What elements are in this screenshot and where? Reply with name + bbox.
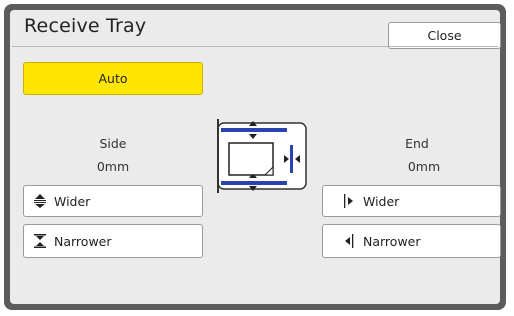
arrow-right-from-line-icon [341,193,357,209]
end-wider-label: Wider [363,193,400,209]
side-heading: Side [99,136,127,151]
side-wider-label: Wider [54,193,91,209]
arrow-left-to-line-icon [341,233,357,249]
up-down-arrows-icon [32,193,48,209]
side-value: 0mm [96,159,130,174]
close-button-label: Close [427,28,462,43]
auto-button-label: Auto [98,71,128,86]
side-wider-button[interactable]: Wider [23,185,203,217]
end-wider-button[interactable]: Wider [322,185,501,217]
auto-button[interactable]: Auto [23,62,203,95]
page-title: Receive Tray [24,15,147,37]
end-narrower-label: Narrower [363,233,421,249]
close-button[interactable]: Close [388,22,501,49]
end-value: 0mm [407,159,441,174]
title-divider [12,46,498,47]
tray-guide-diagram-icon [217,119,311,193]
end-heading: End [405,136,429,151]
arrows-inward-icon [32,233,48,249]
side-narrower-label: Narrower [54,233,112,249]
end-narrower-button[interactable]: Narrower [322,224,501,258]
side-narrower-button[interactable]: Narrower [23,224,203,258]
